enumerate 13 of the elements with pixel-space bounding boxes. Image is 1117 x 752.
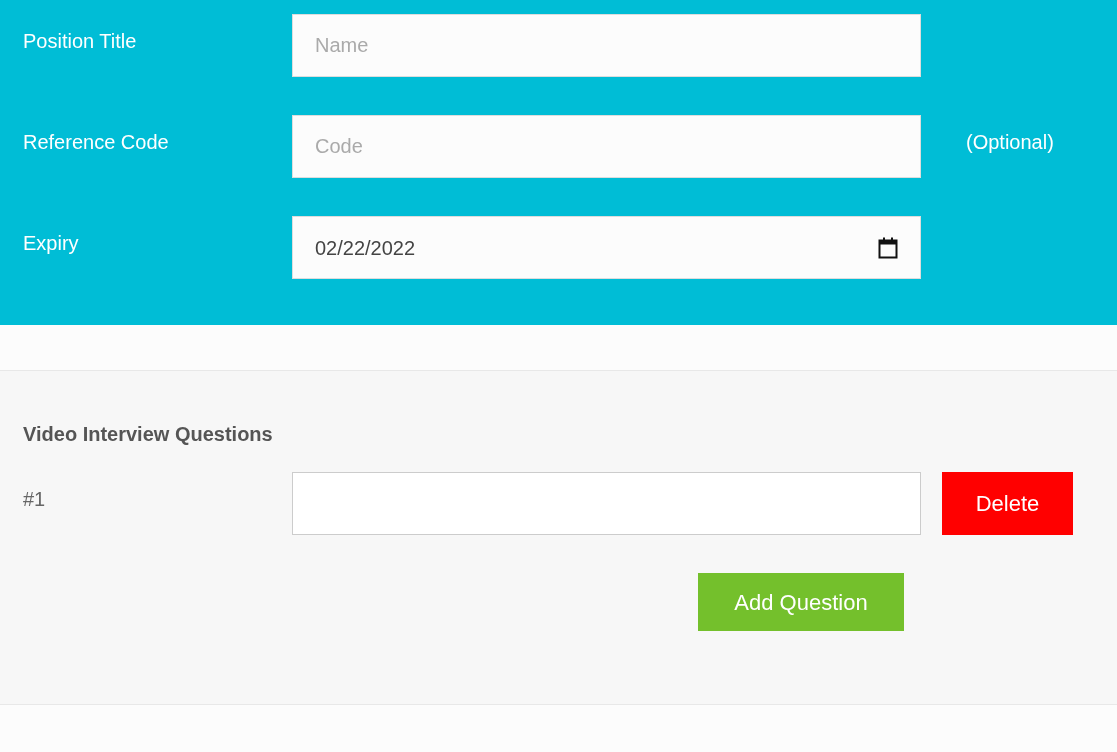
optional-note: (Optional)	[965, 130, 1055, 155]
field-label: Position Title	[22, 29, 138, 54]
field-label: Reference Code	[22, 130, 170, 155]
field-label: Expiry	[22, 231, 80, 256]
text-field[interactable]: Name	[292, 14, 921, 77]
question-field[interactable]	[292, 472, 921, 535]
date-field[interactable]: 02/22/2022	[292, 216, 921, 279]
text-field[interactable]: Code	[292, 115, 921, 178]
delete-button[interactable]: Delete	[942, 472, 1073, 535]
calendar-icon[interactable]	[878, 236, 898, 259]
section-heading: Video Interview Questions	[22, 422, 274, 447]
question-number: #1	[22, 487, 47, 512]
add-question-button[interactable]: Add Question	[698, 573, 904, 631]
